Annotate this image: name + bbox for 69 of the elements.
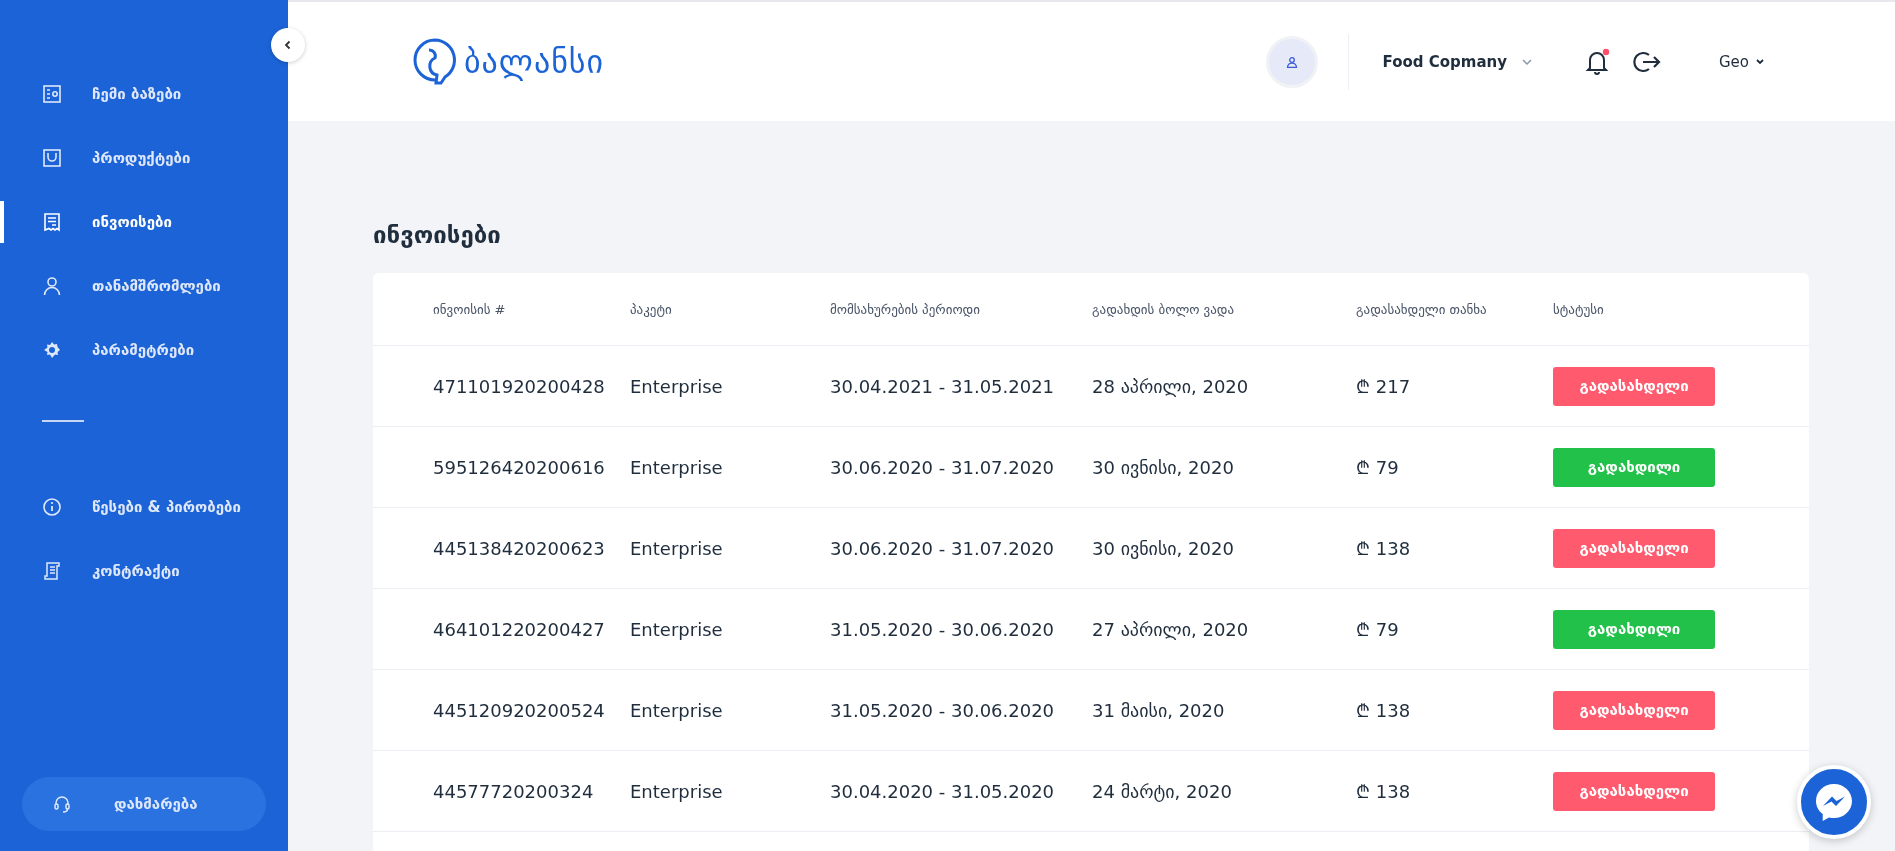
sidebar-item[interactable]: პროდუქტები: [0, 137, 288, 179]
period-cell-text: 30.04.2021 - 31.05.2021: [830, 375, 1056, 397]
chevron-down-icon: [1520, 57, 1533, 66]
help-button[interactable]: დახმარება: [22, 777, 266, 831]
due-date-cell-text: 30 ივნისი, 2020: [1092, 456, 1235, 478]
collapse-button[interactable]: [271, 28, 305, 62]
elephant-logo-icon: [412, 36, 458, 87]
company-dropdown[interactable]: Food Copmany: [1382, 52, 1533, 71]
invoice-number: 44577720200324: [433, 780, 595, 802]
column-header: გადახდის ბოლო ვადა: [1092, 301, 1236, 317]
settings-icon: [42, 340, 62, 360]
page-title: ინვოისები: [373, 221, 502, 249]
due-date-cell-text: 28 აპრილი, 2020: [1092, 375, 1250, 397]
sidebar-item[interactable]: პარამეტრები: [0, 329, 288, 371]
due-date-cell-text: 27 აპრილი, 2020: [1092, 618, 1250, 640]
info-icon: [42, 497, 62, 517]
sidebar-item[interactable]: თანამშრომლები: [0, 265, 288, 307]
status-badge: გადახდილი: [1553, 609, 1715, 649]
invoice-number: 464101220200427: [433, 618, 606, 640]
chevron-down-icon: [1755, 57, 1765, 66]
language-dropdown[interactable]: Geo: [1718, 52, 1765, 71]
due-date-cell-text: 24 მარტი, 2020: [1092, 780, 1233, 802]
due-date-cell-text: 30 ივნისი, 2020: [1092, 537, 1235, 559]
sidebar-item[interactable]: ჩემი ბაზები: [0, 73, 288, 115]
user-icon: [1285, 55, 1298, 68]
bell-icon: [1584, 47, 1611, 76]
period-cell-text: 31.05.2020 - 30.06.2020: [830, 618, 1056, 640]
invoice-number: 445138420200623: [433, 537, 606, 559]
package-cell-text: Enterprise: [630, 537, 724, 559]
amount-cell-text: ₾ 138: [1356, 537, 1412, 560]
period-cell-text: 31.05.2020 - 30.06.2020: [830, 699, 1056, 721]
package-cell-text: Enterprise: [630, 456, 724, 478]
invoice-number: 445120920200524: [433, 699, 606, 721]
amount-cell-text: ₾ 217: [1356, 375, 1412, 398]
package-cell-text: Enterprise: [630, 780, 724, 802]
amount-cell-text: ₾ 138: [1356, 699, 1412, 722]
period-cell-text: 30.06.2020 - 31.07.2020: [830, 537, 1056, 559]
document-icon: [42, 561, 62, 581]
status-badge: გადასახდელი: [1553, 771, 1715, 811]
amount-cell-text: ₾ 79: [1356, 618, 1400, 641]
status-badge: გადასახდელი: [1553, 366, 1715, 406]
status-badge: გადასახდელი: [1553, 528, 1715, 568]
amount-cell-text: ₾ 138: [1356, 780, 1412, 803]
column-header: სტატუსი: [1553, 301, 1605, 317]
cabinet-icon: [42, 84, 62, 104]
period-cell-text: 30.06.2020 - 31.07.2020: [830, 456, 1056, 478]
logo-text: ბალანსი: [464, 42, 605, 81]
status-badge: გადახდილი: [1553, 447, 1715, 487]
package-cell-text: Enterprise: [630, 375, 724, 397]
notification-button[interactable]: [1584, 47, 1611, 76]
sidebar-item[interactable]: კონტრაქტი: [0, 550, 288, 592]
status-badge: გადასახდელი: [1553, 690, 1715, 730]
column-header: პაკეტი: [630, 301, 673, 317]
invoice-number: 595126420200616: [433, 456, 606, 478]
period-cell-text: 30.04.2020 - 31.05.2020: [830, 780, 1056, 802]
package-cell-text: Enterprise: [630, 699, 724, 721]
package-cell-text: Enterprise: [630, 618, 724, 640]
amount-cell-text: ₾ 79: [1356, 456, 1400, 479]
column-header: მომსახურების პერიოდი: [830, 301, 981, 317]
invoice-number: 471101920200428: [433, 375, 606, 397]
headset-icon: [52, 794, 72, 814]
receipt-icon: [42, 212, 62, 232]
sidebar-item[interactable]: წესები & პირობები: [0, 486, 288, 528]
due-date-cell-text: 31 მაისი, 2020: [1092, 699, 1226, 721]
sidebar-item[interactable]: ინვოისები: [0, 201, 288, 243]
user-icon: [42, 276, 62, 296]
column-header: გადასახდელი თანხა: [1356, 301, 1488, 317]
bag-icon: [42, 148, 62, 168]
column-header: ინვოისის #: [433, 301, 507, 317]
